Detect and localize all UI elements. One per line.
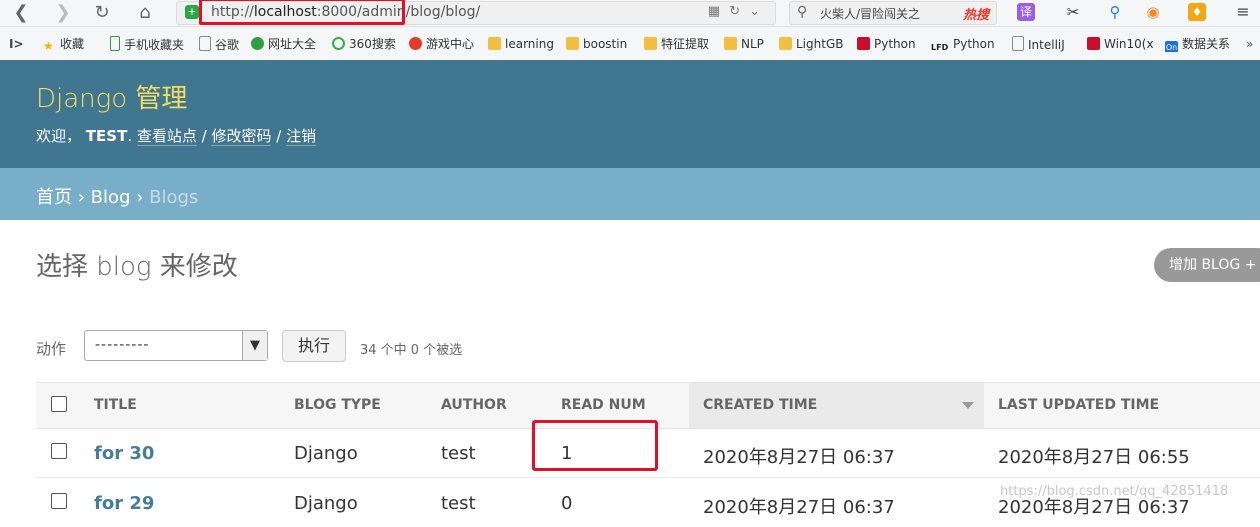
column-header-created-time[interactable]: CREATED TIME (703, 397, 817, 413)
plus-icon: + (1244, 257, 1257, 273)
read-num-highlight-box (532, 420, 658, 471)
search-tool-icon[interactable]: ⚲ (1106, 3, 1124, 21)
phone-icon (110, 36, 120, 51)
bookmark-item[interactable]: 谷歌 (199, 36, 239, 52)
back-icon[interactable]: ❮ (10, 2, 32, 24)
bookmark-item[interactable]: learning (488, 36, 554, 52)
blog-type-cell: Django (294, 443, 358, 464)
bookmark-item[interactable]: ★ 收藏 (43, 36, 84, 52)
column-header-title[interactable]: TITLE (94, 397, 137, 413)
scissors-icon[interactable]: ✂ (1064, 3, 1082, 21)
star-icon: ★ (43, 39, 54, 52)
column-header-read-num[interactable]: READ NUM (561, 397, 646, 413)
bookmark-item[interactable]: 特征提取 (644, 36, 709, 52)
breadcrumb-separator: › (136, 187, 150, 208)
forward-icon[interactable]: ❯ (52, 2, 74, 24)
select-all-checkbox[interactable] (51, 396, 67, 412)
blog-type-cell: Django (294, 493, 358, 514)
bookmark-item[interactable]: Python (857, 36, 916, 52)
bookmark-item[interactable]: 网址大全 (251, 36, 316, 52)
column-header-author[interactable]: AUTHOR (441, 397, 507, 413)
bookmark-item[interactable]: LFD Python (931, 36, 995, 52)
globe-icon (251, 37, 264, 50)
folder-icon (566, 37, 579, 50)
add-page-icon[interactable]: + (185, 5, 199, 19)
bookmarks-bar: I> ★ 收藏 手机收藏夹 谷歌 网址大全 360搜索 游戏中心 learning… (0, 27, 1260, 61)
search-360-icon (332, 37, 345, 50)
watermark: https://blog.csdn.net/qq_42851418 (1000, 484, 1229, 499)
hot-search-badge: 热搜 (962, 8, 989, 23)
page-icon (199, 36, 211, 51)
add-blog-label: 增加 BLOG (1169, 257, 1241, 273)
csdn-icon (857, 37, 870, 50)
more-bookmarks-icon[interactable]: » (1246, 36, 1253, 52)
folder-icon (644, 37, 657, 50)
on-icon: On (1165, 41, 1178, 52)
folder-icon (724, 37, 737, 50)
welcome-text: 欢迎， (36, 127, 82, 145)
bookmarks-toggle-icon[interactable]: I> (9, 36, 24, 52)
browser-search-box[interactable]: ⚲ 火柴人/冒险闯关之 热搜 (789, 1, 997, 25)
row-checkbox[interactable] (51, 443, 67, 459)
page-title: 选择 blog 来修改 (36, 252, 238, 282)
row-checkbox[interactable] (51, 493, 67, 509)
read-num-cell: 0 (561, 493, 573, 514)
breadcrumb-home[interactable]: 首页 (36, 187, 72, 208)
game-icon (409, 37, 422, 50)
folder-icon (488, 37, 501, 50)
action-select[interactable]: --------- ▼ (84, 330, 268, 361)
bookmark-item[interactable]: On 数据关系 (1165, 36, 1235, 52)
user-tools: 欢迎， TEST. 查看站点 / 修改密码 / 注销 (36, 127, 317, 146)
admin-header: Django 管理 欢迎， TEST. 查看站点 / 修改密码 / 注销 (0, 60, 1260, 168)
selection-counter: 34 个中 0 个被选 (360, 343, 463, 358)
bookmark-item[interactable]: Win10(x (1087, 36, 1155, 52)
folder-icon (779, 37, 792, 50)
bookmark-item[interactable]: 手机收藏夹 (110, 36, 184, 52)
browser-toolbar: ❮ ❯ ↻ ⌂ + http://localhost:8000/admin/bl… (0, 0, 1260, 27)
bookmark-item[interactable]: IntelliJ (1012, 36, 1074, 52)
page-icon (1012, 36, 1024, 51)
address-bar-icons[interactable]: ▦↻⌄ (708, 4, 769, 19)
bookmark-item[interactable]: boostin (566, 36, 634, 52)
breadcrumb-current: Blogs (149, 187, 199, 208)
menu-icon[interactable]: ≡ (1234, 3, 1252, 21)
chevron-down-icon[interactable]: ▼ (242, 331, 267, 360)
add-blog-button[interactable]: 增加 BLOG + (1154, 248, 1260, 282)
column-header-last-updated-time[interactable]: LAST UPDATED TIME (998, 397, 1159, 413)
shield-icon[interactable]: ♦ (1188, 3, 1206, 21)
run-action-button[interactable]: 执行 (282, 330, 346, 362)
author-cell: test (441, 443, 476, 464)
blog-title-link[interactable]: for 30 (94, 443, 154, 464)
search-query: 火柴人/冒险闯关之 (820, 7, 921, 21)
reload-icon[interactable]: ↻ (91, 2, 113, 24)
search-icon: ⚲ (797, 4, 808, 20)
view-site-link[interactable]: 查看站点 (136, 127, 197, 146)
bookmark-item[interactable]: 360搜索 (332, 36, 396, 52)
bookmark-item[interactable]: 游戏中心 (409, 36, 474, 52)
bookmark-item[interactable]: NLP (724, 36, 764, 52)
csdn-icon (1087, 37, 1100, 50)
username: TEST (85, 127, 128, 145)
bookmark-item[interactable]: LightGB (779, 36, 845, 52)
action-select-value: --------- (95, 337, 150, 353)
created-time-cell: 2020年8月27日 06:37 (703, 447, 895, 468)
sort-descending-icon[interactable] (962, 402, 974, 409)
home-icon[interactable]: ⌂ (134, 2, 156, 24)
url-highlight-box (199, 0, 405, 25)
change-password-link[interactable]: 修改密码 (211, 127, 272, 146)
breadcrumb: 首页 › Blog › Blogs (0, 168, 1260, 220)
created-time-cell: 2020年8月27日 06:37 (703, 497, 895, 518)
site-brand[interactable]: Django 管理 (36, 78, 187, 115)
column-header-blog-type[interactable]: BLOG TYPE (294, 397, 381, 413)
lfd-icon: LFD (931, 43, 949, 52)
author-cell: test (441, 493, 476, 514)
action-label: 动作 (36, 340, 67, 358)
breadcrumb-separator: › (77, 187, 91, 208)
game-controller-icon[interactable]: ◉ (1144, 3, 1162, 21)
updated-time-cell: 2020年8月27日 06:55 (998, 447, 1190, 468)
blog-title-link[interactable]: for 29 (94, 493, 154, 514)
translate-icon[interactable]: 译 (1017, 3, 1035, 21)
breadcrumb-app[interactable]: Blog (91, 187, 131, 208)
logout-link[interactable]: 注销 (286, 127, 317, 146)
